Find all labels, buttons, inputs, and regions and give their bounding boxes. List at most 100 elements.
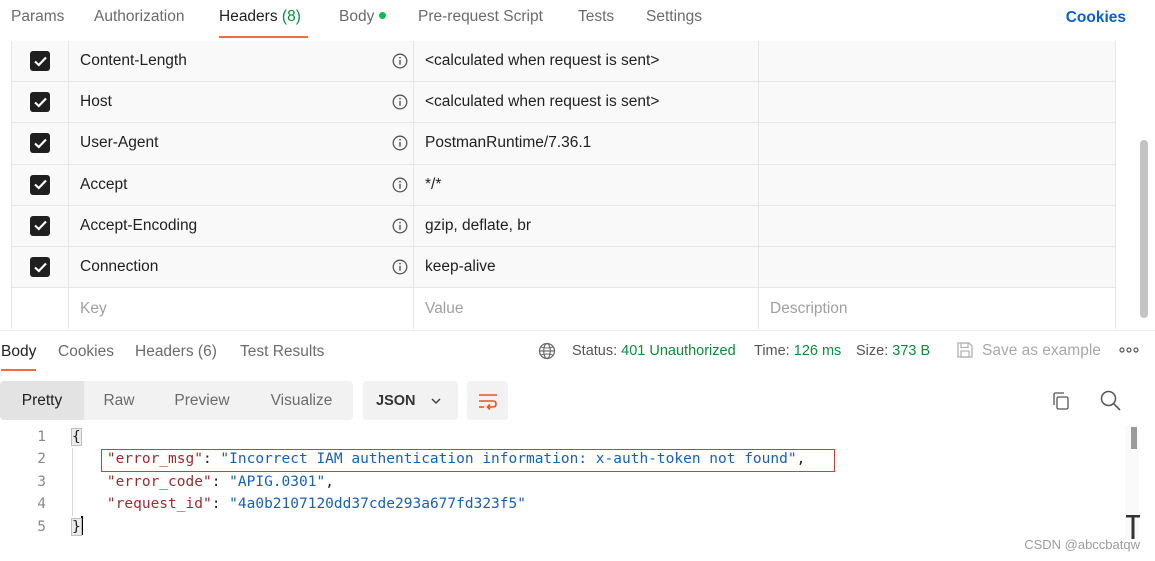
header-description-cell[interactable] [759, 206, 1115, 246]
header-key-cell[interactable]: Accept-Encoding [69, 205, 414, 246]
header-value: <calculated when request is sent> [425, 93, 660, 111]
header-key-cell[interactable]: Host [69, 82, 414, 123]
format-visualize-label: Visualize [270, 391, 333, 409]
header-key-cell[interactable]: Connection [69, 246, 414, 288]
save-as-example-button[interactable]: Save as example [982, 342, 1101, 360]
tab-body[interactable]: Body [339, 8, 387, 38]
save-icon[interactable] [956, 341, 974, 359]
tab-settings[interactable]: Settings [646, 8, 702, 38]
header-description-cell[interactable] [759, 247, 1115, 287]
tab-headers-count: (8) [281, 8, 301, 25]
header-checkbox[interactable] [30, 92, 50, 113]
format-visualize-button[interactable]: Visualize [250, 381, 353, 420]
tab-headers-label: Headers [219, 8, 278, 25]
new-header-description-input[interactable]: Description [759, 288, 1115, 329]
header-value-cell[interactable]: */* [414, 164, 759, 205]
headers-table: Content-Length <calculated when request … [11, 41, 1116, 330]
format-preview-label: Preview [174, 391, 230, 409]
header-description-cell[interactable] [759, 41, 1115, 81]
header-value: keep-alive [425, 258, 496, 276]
header-row: Host <calculated when request is sent> [12, 82, 1115, 124]
header-key-cell[interactable]: Content-Length [69, 41, 414, 82]
response-size[interactable]: Size: 373 B [856, 343, 930, 359]
headers-scrollbar-thumb[interactable] [1140, 140, 1148, 318]
wrap-lines-button[interactable] [467, 381, 508, 420]
header-value-cell[interactable]: <calculated when request is sent> [414, 41, 759, 82]
format-toggle-group: Pretty Raw Preview Visualize [0, 381, 353, 420]
header-row: Content-Length <calculated when request … [12, 41, 1115, 83]
header-checkbox[interactable] [30, 51, 50, 72]
info-icon[interactable] [392, 53, 408, 69]
header-key: Accept [80, 175, 128, 193]
info-icon[interactable] [392, 177, 408, 193]
header-key-cell[interactable]: User-Agent [69, 123, 414, 164]
new-header-key-input[interactable]: Key [69, 288, 414, 330]
header-checkbox[interactable] [30, 133, 50, 154]
code-line: 1 { [0, 426, 1125, 448]
format-preview-button[interactable]: Preview [154, 381, 250, 420]
response-tab-cookies[interactable]: Cookies [58, 343, 114, 371]
tab-authorization[interactable]: Authorization [94, 8, 184, 38]
format-raw-label: Raw [103, 391, 135, 409]
info-icon[interactable] [392, 94, 408, 110]
header-value-cell[interactable]: keep-alive [414, 246, 759, 288]
tab-settings-label: Settings [646, 8, 703, 25]
json-separator: : [211, 473, 230, 490]
search-icon[interactable] [1100, 390, 1121, 411]
header-key: Host [80, 93, 112, 111]
checkmark-icon [33, 262, 47, 273]
tab-prerequest-label: Pre-request Script [418, 8, 543, 25]
header-description-cell[interactable] [759, 123, 1115, 163]
size-label: Size: [856, 343, 889, 359]
header-checkbox[interactable] [30, 215, 50, 236]
code-scrollbar-thumb[interactable] [1131, 427, 1137, 449]
globe-icon[interactable] [538, 342, 556, 360]
line-number: 2 [37, 451, 46, 468]
header-key: Content-Length [80, 52, 187, 70]
response-tab-headers[interactable]: Headers (6) [135, 343, 217, 371]
info-icon[interactable] [392, 218, 408, 234]
header-value-cell[interactable]: PostmanRuntime/7.36.1 [414, 123, 759, 164]
language-select[interactable]: JSON [363, 381, 458, 420]
header-value: <calculated when request is sent> [425, 52, 660, 70]
header-key-cell[interactable]: Accept [69, 164, 414, 205]
header-description-cell[interactable] [759, 165, 1115, 205]
header-checkbox[interactable] [30, 257, 50, 278]
tab-prerequest-script[interactable]: Pre-request Script [418, 8, 543, 38]
json-separator: : [202, 451, 221, 468]
json-value: "APIG.0301" [229, 473, 326, 490]
format-raw-button[interactable]: Raw [84, 381, 154, 420]
tab-authorization-label: Authorization [94, 8, 185, 25]
response-tab-body[interactable]: Body [1, 343, 37, 371]
header-check-cell [12, 246, 69, 288]
header-check-cell [12, 82, 69, 123]
info-icon[interactable] [392, 259, 408, 275]
json-comma: , [796, 451, 806, 468]
header-value-cell[interactable]: gzip, deflate, br [414, 205, 759, 246]
response-time[interactable]: Time: 126 ms [754, 343, 841, 359]
response-body-code[interactable]: 1 { 2 "error_msg": "Incorrect IAM authen… [0, 426, 1125, 556]
header-value-cell[interactable]: <calculated when request is sent> [414, 82, 759, 123]
format-pretty-button[interactable]: Pretty [0, 381, 84, 420]
header-description-cell[interactable] [759, 82, 1115, 122]
json-key: "error_msg" [106, 451, 203, 468]
tab-params[interactable]: Params [11, 8, 64, 38]
response-tab-headers-count: (6) [197, 343, 217, 360]
json-separator: : [211, 496, 230, 513]
tab-headers[interactable]: Headers (8) [219, 8, 308, 38]
response-status[interactable]: Status: 401 Unauthorized [572, 343, 736, 359]
header-row: Accept */* [12, 164, 1115, 206]
info-icon[interactable] [392, 135, 408, 151]
copy-icon[interactable] [1051, 391, 1071, 411]
response-tab-cookies-label: Cookies [58, 343, 114, 360]
tab-tests[interactable]: Tests [578, 8, 614, 38]
cookies-link[interactable]: Cookies [1066, 9, 1126, 27]
new-header-value-input[interactable]: Value [414, 288, 759, 330]
header-checkbox[interactable] [30, 174, 50, 195]
value-placeholder: Value [425, 299, 464, 317]
more-icon[interactable] [1119, 343, 1139, 357]
header-check-cell [12, 41, 69, 82]
header-row: Accept-Encoding gzip, deflate, br [12, 205, 1115, 247]
response-tab-test-results[interactable]: Test Results [240, 343, 324, 371]
code-scroll-end-icon [1126, 515, 1140, 539]
